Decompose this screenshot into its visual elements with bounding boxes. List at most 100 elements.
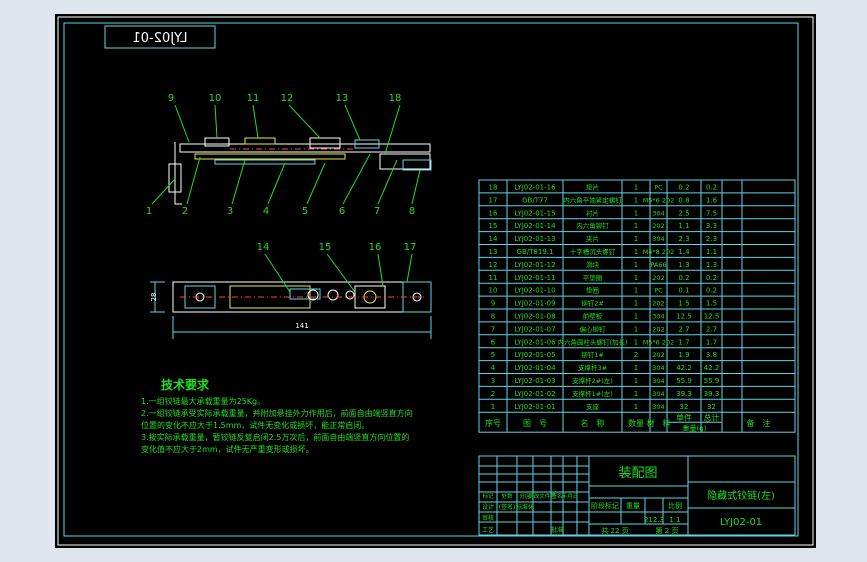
bom-cell-total-weight: 0.2 — [706, 274, 717, 282]
bom-cell-no: 7 — [491, 325, 495, 333]
bom-cell-name: 铆钉1# — [581, 350, 604, 359]
bom-cell-no: 12 — [489, 261, 498, 269]
title-block: 标记 处数 分区更改文件号签名 年月日设计 (签名) 标准化审核工艺 批准装配图阶段标记 重量… — [478, 455, 796, 536]
bom-cell-material: PC — [654, 184, 663, 192]
bom-cell-name: 内六角平端紧定螺钉 — [563, 195, 622, 204]
bom-cell-material: PC — [654, 287, 663, 295]
bom-cell-material: 304 — [652, 403, 664, 411]
cad-canvas: LYJ02-01 141 28 9 10 11 12 13 18 1 2 3 4… — [55, 14, 816, 548]
bom-cell-qty: 1 — [634, 235, 638, 243]
bom-cell-material: 202 — [652, 325, 664, 333]
bom-cell-no: 3 — [491, 377, 495, 385]
tech-line-5: 变化值不应大于2mm，试件无严重变形或损坏。 — [141, 444, 314, 454]
bom-cell-code: LYJ02-01-06 — [514, 338, 556, 346]
bom-cell-no: 6 — [491, 338, 496, 346]
bom-table: 18 LYJ02-01-16 垫片 1 PC 0.2 0.217 GB/T77 内六角平端紧定螺… — [478, 179, 796, 433]
callout-bottom-5: 5 — [302, 206, 308, 217]
callout-top-3: 11 — [247, 93, 260, 104]
bom-cell-unit-weight: 55.9 — [676, 377, 692, 385]
tech-line-3: 位置的变化不应大于1.5mm，试件无变化或损坏，能正常启闭。 — [141, 420, 369, 430]
bom-cell-name: 支撑杆1#(左) — [572, 389, 613, 398]
bom-cell-total-weight: 1.3 — [706, 261, 717, 269]
bom-cell-name: 平垫圈 — [583, 273, 603, 282]
bom-cell-total-weight: 1.5 — [706, 300, 717, 308]
tb-stage-label-0: 阶段标记 — [591, 501, 619, 510]
bom-cell-total-weight: 0.2 — [706, 184, 717, 192]
bom-cell-code: LYJ02-01-10 — [514, 287, 555, 295]
bom-cell-no: 4 — [491, 364, 496, 372]
drawing-svg: LYJ02-01 141 28 9 10 11 12 13 18 1 2 3 4… — [57, 16, 814, 546]
bom-cell-total-weight: 7.5 — [706, 209, 717, 217]
bom-cell-no: 2 — [491, 390, 495, 398]
bom-cell-unit-weight: 0.8 — [678, 196, 689, 204]
bom-cell-code: LYJ02-01-07 — [514, 325, 555, 333]
bom-cell-unit-weight: 0.2 — [678, 184, 689, 192]
bom-cell-material: M5*6 202 — [643, 338, 675, 346]
bom-cell-name: 前壁板 — [583, 312, 603, 321]
bom-cell-unit-weight: 0.1 — [678, 287, 689, 295]
bom-cell-name: 支撑杆2#(左) — [572, 376, 613, 385]
callout-bottom-8: 8 — [409, 206, 415, 217]
bom-cell-code: LYJ02-01-15 — [514, 209, 555, 217]
callout-plan-2: 15 — [319, 242, 332, 253]
bom-cell-total-weight: 1.6 — [706, 196, 718, 204]
bom-cell-unit-weight: 1.9 — [678, 351, 689, 359]
bom-cell-qty: 1 — [634, 338, 638, 346]
bom-cell-unit-weight: 1.3 — [678, 261, 689, 269]
tb-process-label: 工艺 — [482, 526, 494, 534]
bom-cell-qty: 1 — [634, 274, 638, 282]
tb-product-name: 隐藏式铰链(左) — [707, 489, 775, 502]
bom-cell-unit-weight: 32 — [680, 403, 689, 411]
bom-cell-no: 9 — [491, 300, 495, 308]
callout-top-4: 12 — [281, 93, 294, 104]
bom-cell-unit-weight: 1.7 — [678, 338, 689, 346]
tb-rev-label-5: 年月日 — [562, 492, 579, 500]
bom-cell-total-weight: 2.7 — [706, 325, 717, 333]
bom-cell-material: 202 — [652, 274, 664, 282]
bom-cell-code: GB/T819.1 — [517, 248, 554, 256]
tb-scale: 1:1 — [669, 516, 680, 524]
tb-approve-label: 批准 — [551, 526, 563, 534]
tb-rev-label-0: 标记 — [482, 492, 494, 500]
bom-cell-code: LYJ02-01-09 — [514, 300, 555, 308]
bom-cell-qty: 1 — [634, 248, 638, 256]
bom-cell-total-weight: 32 — [707, 403, 716, 411]
tb-stage-label-1: 重量 — [626, 502, 640, 510]
callout-bottom-4: 4 — [263, 206, 269, 217]
bom-cell-unit-weight: 42.2 — [676, 364, 692, 372]
bom-cell-total-weight: 12.5 — [704, 313, 720, 321]
bom-cell-unit-weight: 0.2 — [678, 274, 689, 282]
bom-cell-name: 支撑杆3# — [578, 363, 607, 372]
bom-cell-qty: 1 — [634, 313, 638, 321]
tb-sheet-no: 第 2 页 — [656, 526, 679, 535]
tb-rev-label-1: 处数 — [501, 492, 513, 500]
bom-cell-code: LYJ02-01-03 — [514, 377, 555, 385]
callout-bottom-1: 1 — [146, 206, 152, 217]
tb-stage-label-2: 比例 — [668, 501, 682, 510]
bom-cell-name: 支座 — [586, 402, 600, 411]
bom-cell-qty: 1 — [634, 390, 638, 398]
bom-cell-code: LYJ02-01-04 — [514, 364, 556, 372]
callout-plan-3: 16 — [369, 242, 382, 253]
tech-heading: 技术要求 — [161, 377, 210, 392]
bom-cell-material: M5*6 202 — [643, 196, 675, 204]
bom-header-3: 数量 — [628, 418, 644, 428]
tb-standardization-label: 标准化 — [516, 503, 534, 511]
bom-cell-total-weight: 39.3 — [704, 390, 720, 398]
bom-cell-unit-weight: 1.4 — [678, 248, 690, 256]
bom-cell-code: LYJ02-01-11 — [514, 274, 555, 282]
callout-top-5: 13 — [336, 93, 349, 104]
bom-cell-total-weight: 55.9 — [704, 377, 720, 385]
bom-cell-qty: 1 — [634, 287, 638, 295]
bom-cell-code: LYJ02-01-01 — [514, 403, 555, 411]
bom-cell-qty: 1 — [634, 261, 638, 269]
bom-cell-no: 17 — [489, 196, 498, 204]
bom-cell-qty: 1 — [634, 325, 638, 333]
bom-cell-name: 垫片 — [586, 183, 599, 192]
bom-cell-no: 16 — [489, 209, 498, 217]
bom-cell-unit-weight: 2.7 — [678, 325, 689, 333]
side-view — [168, 137, 432, 205]
bom-cell-material: 304 — [652, 235, 664, 243]
bom-cell-qty: 1 — [634, 403, 638, 411]
callout-bottom-3: 3 — [227, 206, 233, 217]
